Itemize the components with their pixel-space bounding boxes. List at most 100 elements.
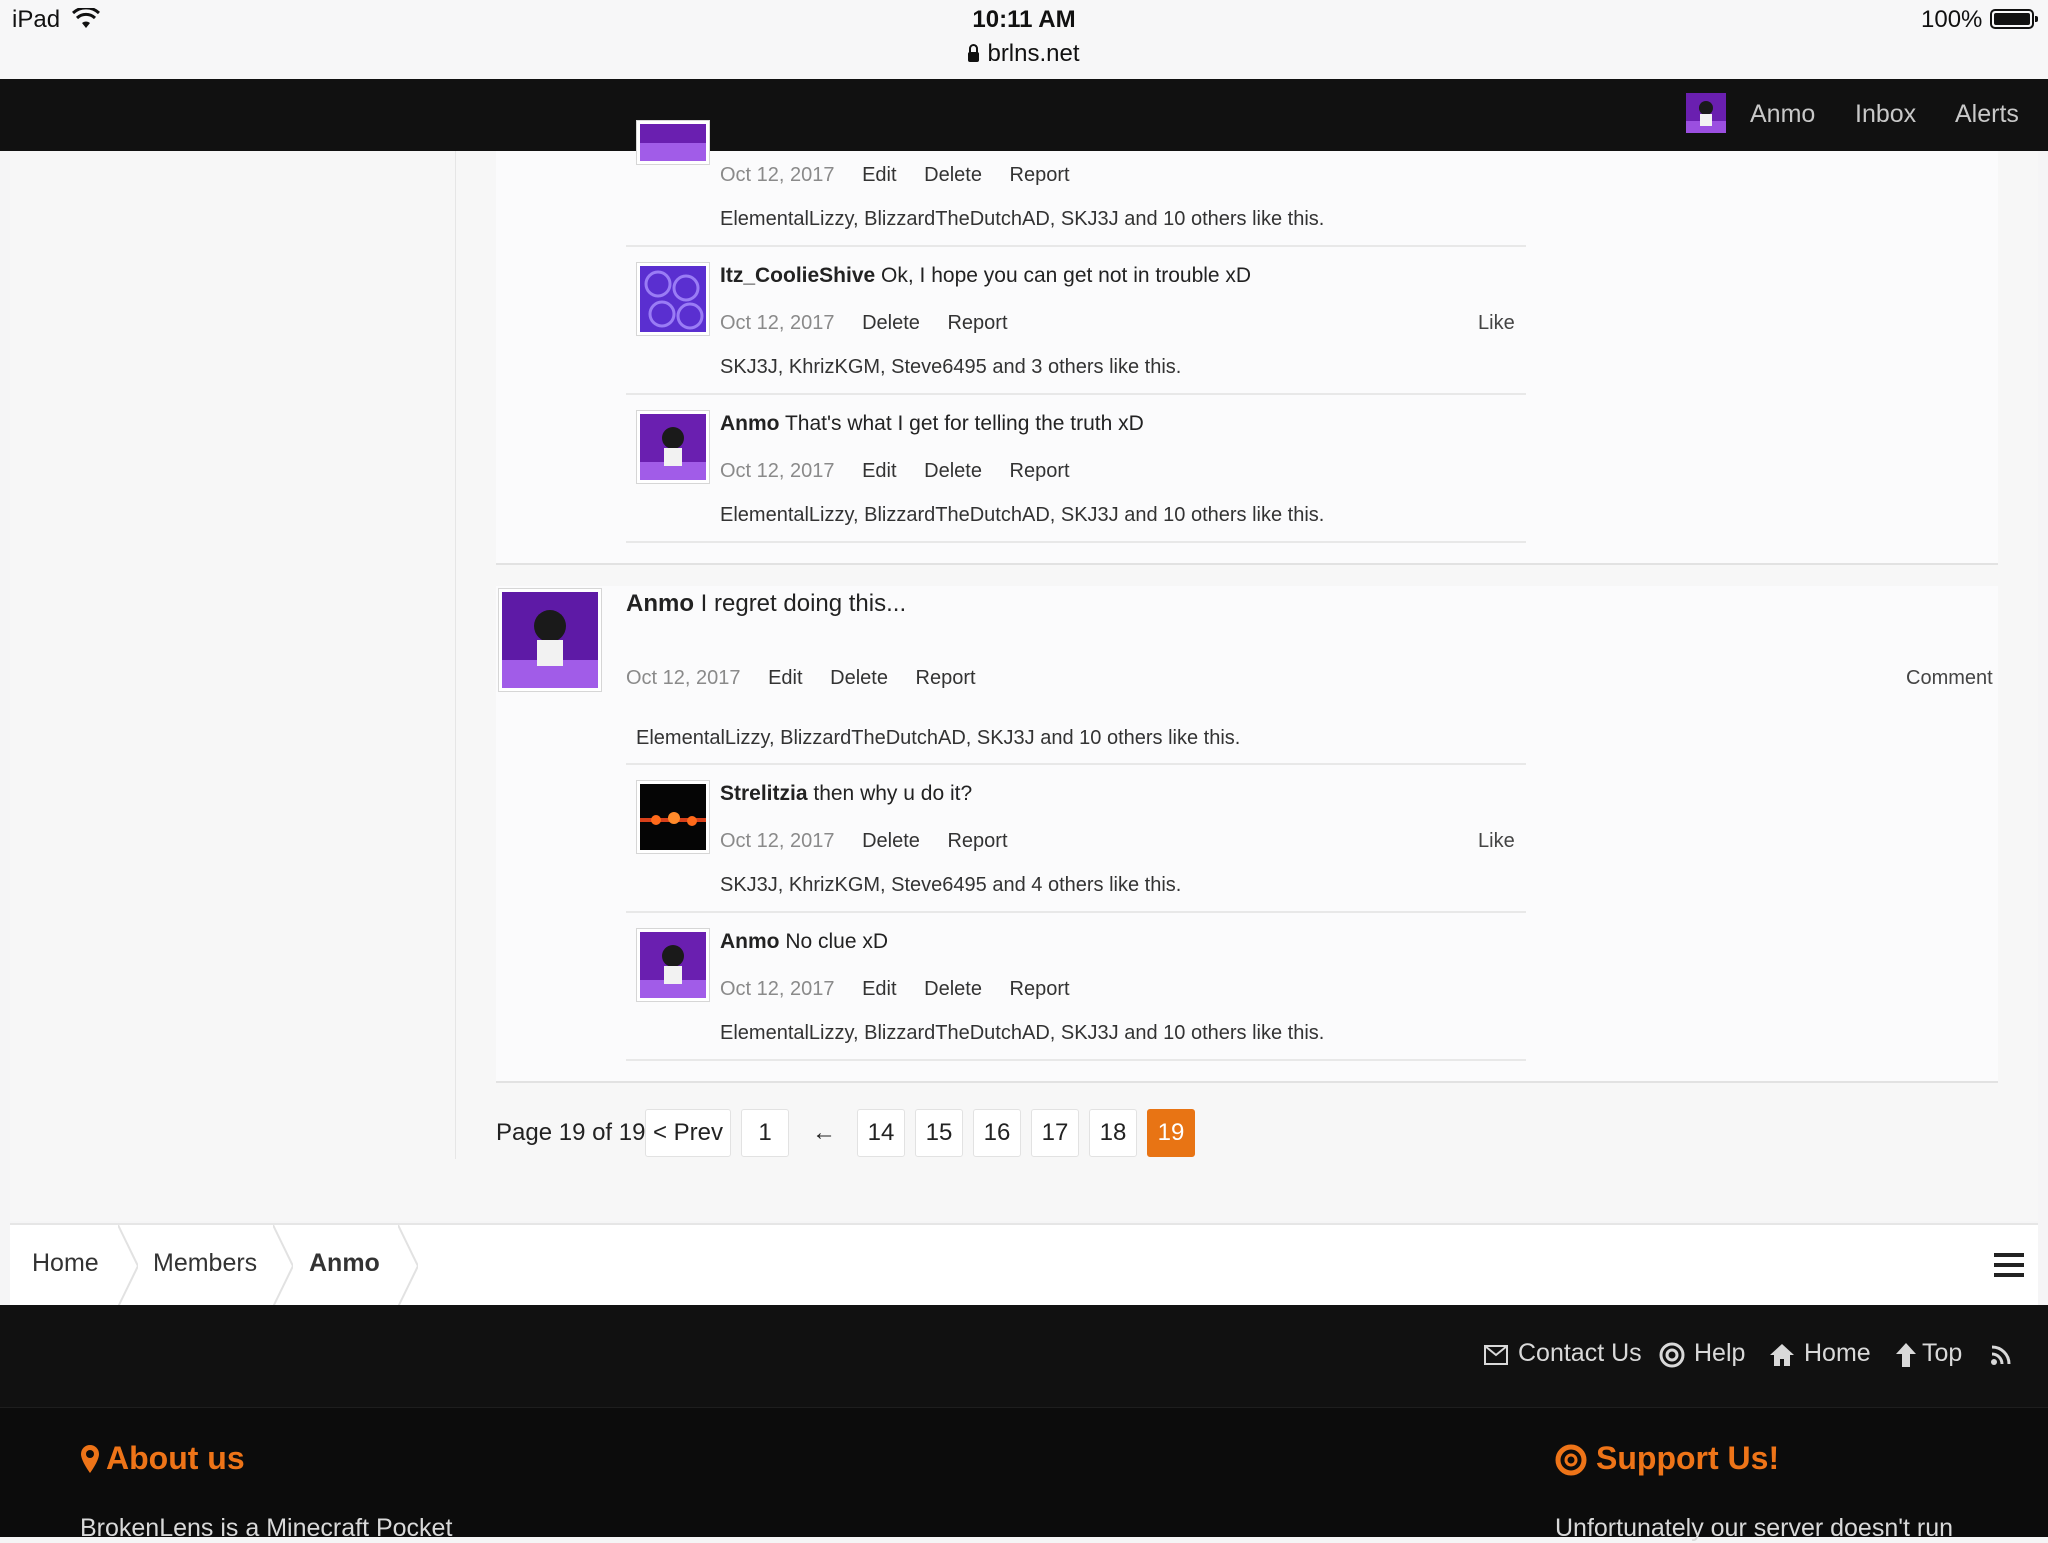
comment-text: then why u do it? <box>807 782 973 805</box>
likes-names[interactable]: ElementalLizzy, BlizzardTheDutchAD, SKJ3… <box>720 1022 1119 1044</box>
delete-link[interactable]: Delete <box>862 830 920 852</box>
map-marker-icon <box>81 1445 99 1473</box>
about-text: BrokenLens is a Minecraft Pocket <box>80 1514 453 1542</box>
nav-username[interactable]: Anmo <box>1750 100 1815 129</box>
support-text: Unfortunately our server doesn't run <box>1555 1514 1954 1542</box>
prev-page-button[interactable]: < Prev <box>645 1109 731 1157</box>
like-button[interactable]: Like <box>1478 830 1515 853</box>
likes-others-link[interactable]: 10 others <box>1079 727 1162 749</box>
delete-link[interactable]: Delete <box>924 978 982 1000</box>
report-link[interactable]: Report <box>1010 460 1070 482</box>
delete-link[interactable]: Delete <box>830 667 888 689</box>
page-indicator: Page 19 of 19 <box>496 1119 646 1146</box>
menu-icon[interactable] <box>1994 1251 2024 1279</box>
likes-others-link[interactable]: 10 others <box>1163 208 1246 230</box>
post-author-avatar[interactable] <box>498 588 602 692</box>
post-meta: Oct 12, 2017 Edit Delete Report <box>626 667 998 690</box>
edit-link[interactable]: Edit <box>768 667 802 689</box>
battery-icon <box>1990 9 2038 29</box>
breadcrumb-separator-icon <box>398 1225 418 1307</box>
lifebuoy-icon <box>1659 1342 1685 1368</box>
post-separator <box>496 1081 1998 1083</box>
skip-arrow[interactable]: ← <box>809 1109 839 1157</box>
nav-alerts[interactable]: Alerts <box>1955 100 2019 129</box>
breadcrumb-current[interactable]: Anmo <box>309 1249 380 1278</box>
report-link[interactable]: Report <box>1010 164 1070 186</box>
post-author[interactable]: Anmo <box>626 590 694 617</box>
comment-button[interactable]: Comment <box>1906 667 1993 690</box>
report-link[interactable]: Report <box>947 830 1007 852</box>
breadcrumb-home[interactable]: Home <box>32 1249 99 1278</box>
envelope-icon <box>1484 1345 1508 1365</box>
likes-summary: SKJ3J, KhrizKGM, Steve6495 and 3 others … <box>720 356 1182 378</box>
comment-body: Itz_CoolieShive Ok, I hope you can get n… <box>720 264 1251 288</box>
post-separator <box>496 563 1998 565</box>
comment-text: Ok, I hope you can get not in trouble xD <box>875 264 1252 287</box>
page-button-1[interactable]: 1 <box>741 1109 789 1157</box>
likes-others-link[interactable]: 10 others <box>1163 1022 1246 1044</box>
comment-date: Oct 12, 2017 <box>720 164 835 186</box>
url-domain[interactable]: brlns.net <box>0 40 2048 68</box>
likes-names[interactable]: ElementalLizzy, BlizzardTheDutchAD, SKJ3… <box>720 504 1119 526</box>
likes-others-link[interactable]: 4 others <box>1031 874 1103 896</box>
page-button-16[interactable]: 16 <box>973 1109 1021 1157</box>
footer-home-link[interactable]: Home <box>1804 1339 1871 1368</box>
likes-others-link[interactable]: 10 others <box>1163 504 1246 526</box>
like-button[interactable]: Like <box>1478 312 1515 335</box>
likes-others-link[interactable]: 3 others <box>1031 356 1103 378</box>
user-avatar[interactable] <box>1686 93 1726 133</box>
comment-author[interactable]: Anmo <box>720 412 780 435</box>
likes-names[interactable]: SKJ3J, KhrizKGM, Steve6495 <box>720 874 987 896</box>
edit-link[interactable]: Edit <box>862 164 896 186</box>
comment-text: That's what I get for telling the truth … <box>779 412 1144 435</box>
comment-divider <box>626 911 1526 913</box>
report-link[interactable]: Report <box>947 312 1007 334</box>
comment-divider <box>626 245 1526 247</box>
delete-link[interactable]: Delete <box>924 164 982 186</box>
page-button-18[interactable]: 18 <box>1089 1109 1137 1157</box>
likes-names[interactable]: ElementalLizzy, BlizzardTheDutchAD, SKJ3… <box>636 727 1035 749</box>
arrow-up-icon <box>1896 1343 1916 1367</box>
comment-avatar[interactable] <box>636 262 710 336</box>
likes-names[interactable]: ElementalLizzy, BlizzardTheDutchAD, SKJ3… <box>720 208 1119 230</box>
comment-meta: Oct 12, 2017 Edit Delete Report <box>720 460 1092 483</box>
clock: 10:11 AM <box>972 6 1076 33</box>
footer-links-bar: Contact Us Help Home Top <box>0 1305 2048 1407</box>
top-navigation: Anmo Inbox Alerts <box>0 79 2048 151</box>
page-button-14[interactable]: 14 <box>857 1109 905 1157</box>
report-link[interactable]: Report <box>916 667 976 689</box>
page-button-current[interactable]: 19 <box>1147 1109 1195 1157</box>
comment-avatar[interactable] <box>636 780 710 854</box>
breadcrumb: Home Members Anmo <box>10 1223 2038 1307</box>
rss-icon[interactable] <box>1990 1344 2012 1366</box>
edit-link[interactable]: Edit <box>862 460 896 482</box>
footer-contact-link[interactable]: Contact Us <box>1518 1339 1642 1368</box>
comment-avatar[interactable] <box>636 120 710 165</box>
delete-link[interactable]: Delete <box>862 312 920 334</box>
comment-author[interactable]: Itz_CoolieShive <box>720 264 875 287</box>
likes-names[interactable]: SKJ3J, KhrizKGM, Steve6495 <box>720 356 987 378</box>
comment-body: Anmo No clue xD <box>720 930 888 954</box>
nav-inbox[interactable]: Inbox <box>1855 100 1916 129</box>
likes-summary: ElementalLizzy, BlizzardTheDutchAD, SKJ3… <box>720 504 1325 526</box>
comment-author[interactable]: Strelitzia <box>720 782 808 805</box>
page-button-17[interactable]: 17 <box>1031 1109 1079 1157</box>
report-link[interactable]: Report <box>1010 978 1070 1000</box>
footer-help-link[interactable]: Help <box>1694 1339 1745 1368</box>
comment-meta: Oct 12, 2017 Edit Delete Report <box>720 164 1092 187</box>
lifebuoy-icon <box>1555 1444 1587 1476</box>
ios-status-bar: iPad 10:11 AM brlns.net 100% <box>0 0 2048 79</box>
footer-top-link[interactable]: Top <box>1922 1339 1962 1368</box>
comment-divider <box>626 541 1526 543</box>
likes-summary: ElementalLizzy, BlizzardTheDutchAD, SKJ3… <box>720 208 1325 230</box>
edit-link[interactable]: Edit <box>862 978 896 1000</box>
comment-author[interactable]: Anmo <box>720 930 780 953</box>
comment-meta: Oct 12, 2017 Delete Report <box>720 830 1030 853</box>
delete-link[interactable]: Delete <box>924 460 982 482</box>
comment-avatar[interactable] <box>636 928 710 1002</box>
page-button-15[interactable]: 15 <box>915 1109 963 1157</box>
comment-text: No clue xD <box>779 930 889 953</box>
comment-date: Oct 12, 2017 <box>720 312 835 334</box>
comment-avatar[interactable] <box>636 410 710 484</box>
breadcrumb-members[interactable]: Members <box>153 1249 257 1278</box>
